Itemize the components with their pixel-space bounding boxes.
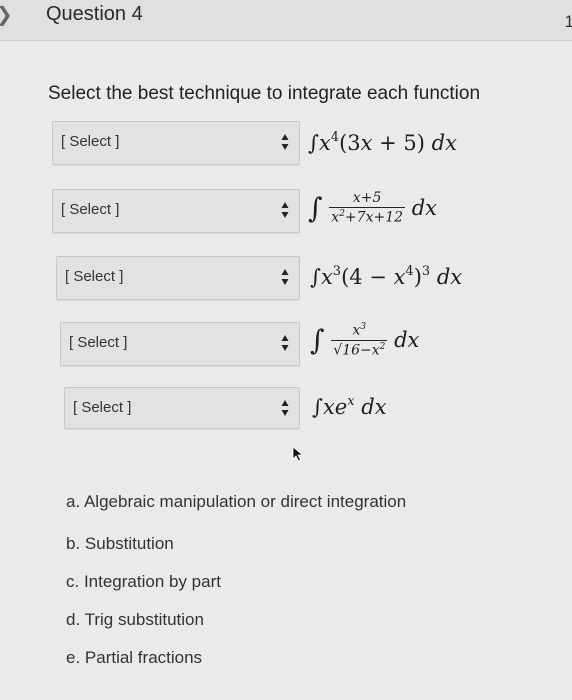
integral-3: ∫x3(4 − x4)3 dx [310, 264, 463, 289]
up-down-arrows-icon [281, 202, 289, 218]
option-e: e. Partial fractions [66, 648, 203, 667]
integral-5: ∫xex dx [312, 394, 387, 419]
technique-select-2[interactable]: [ Select ] [52, 189, 300, 233]
option-c: c. Integration by part [66, 572, 221, 591]
up-down-arrows-icon [281, 335, 289, 351]
points-value: 1 [564, 12, 572, 31]
instructions-text: Select the best technique to integrate e… [48, 83, 481, 104]
option-a: a. Algebraic manipulation or direct inte… [66, 492, 407, 511]
technique-select-5[interactable]: [ Select ] [64, 387, 300, 429]
integral-1: ∫x4(3x + 5) dx [308, 130, 457, 155]
technique-select-4[interactable]: [ Select ] [60, 322, 300, 366]
up-down-arrows-icon [281, 400, 289, 416]
up-down-arrows-icon [281, 269, 289, 285]
select-label: [ Select ] [65, 268, 124, 285]
chevron-right-icon[interactable]: ❯ [0, 2, 13, 27]
technique-select-1[interactable]: [ Select ] [52, 121, 300, 165]
option-b: b. Substitution [66, 534, 174, 553]
option-d: d. Trig substitution [66, 610, 204, 629]
integral-4: ∫ x3 √16−x2 dx [310, 322, 420, 359]
mouse-pointer-icon [292, 446, 304, 462]
question-title: Question 4 [46, 3, 143, 25]
select-label: [ Select ] [61, 133, 120, 150]
question-header: ❯ Question 4 1 [0, 0, 572, 41]
technique-select-3[interactable]: [ Select ] [56, 256, 300, 300]
select-label: [ Select ] [73, 399, 132, 416]
select-label: [ Select ] [61, 201, 120, 218]
integral-2: ∫ x+5 x2+7x+12 dx [308, 190, 437, 226]
select-label: [ Select ] [69, 334, 128, 351]
up-down-arrows-icon [281, 134, 289, 150]
